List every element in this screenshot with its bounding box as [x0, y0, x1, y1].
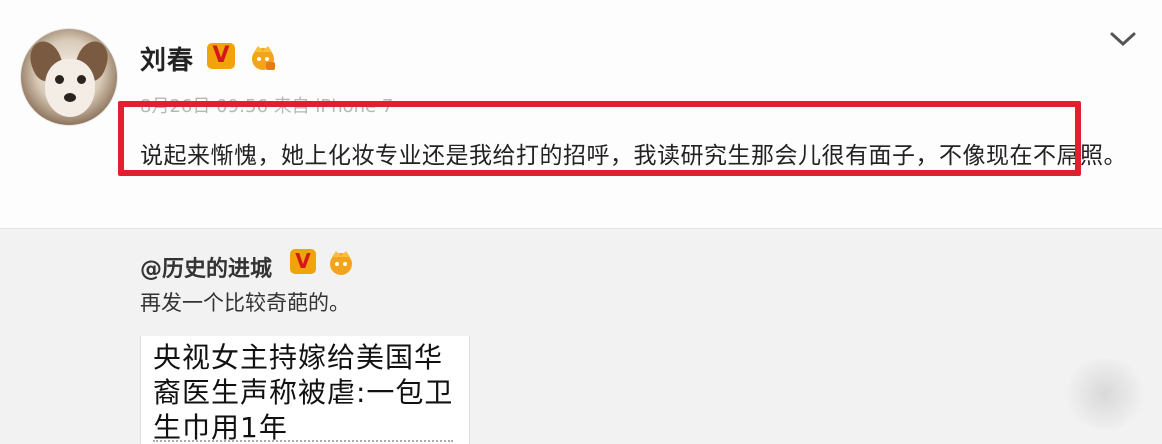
user-avatar[interactable]: [20, 28, 118, 126]
post-meta: 8月26日 09:56 来自 iPhone 7: [140, 96, 394, 117]
verified-badge-icon: V: [207, 43, 235, 69]
repost-username[interactable]: @历史的进城: [140, 251, 272, 283]
crown-level-icon: [252, 46, 275, 70]
post-username[interactable]: 刘春: [140, 40, 194, 77]
weibo-post: 刘春 V 8月26日 09:56 来自 iPhone 7 说起来惭愧，她上化妆专…: [0, 0, 1162, 228]
repost-text: 再发一个比较奇葩的。: [140, 291, 350, 315]
article-card[interactable]: 央视女主持嫁给美国华裔医生声称被虐:一包卫生巾用1年: [140, 336, 470, 444]
post-text: 说起来惭愧，她上化妆专业还是我给打的招呼，我读研究生那会儿很有面子，不像现在不屌…: [140, 143, 1127, 169]
avatar-face: [45, 59, 95, 117]
crown-level-icon: [330, 251, 352, 275]
verified-badge-icon: V: [290, 249, 316, 274]
decorative-blur: [1060, 359, 1150, 429]
avatar-nose: [64, 93, 76, 102]
repost-container[interactable]: @历史的进城 V 再发一个比较奇葩的。 央视女主持嫁给美国华裔医生声称被虐:一包…: [0, 229, 1162, 444]
article-title: 央视女主持嫁给美国华裔医生声称被虐:一包卫生巾用1年: [153, 341, 454, 444]
avatar-eye-right: [77, 75, 86, 84]
article-subtitle-cutoff: [153, 440, 453, 444]
chevron-down-icon[interactable]: [1108, 28, 1138, 50]
avatar-eye-left: [55, 75, 64, 84]
